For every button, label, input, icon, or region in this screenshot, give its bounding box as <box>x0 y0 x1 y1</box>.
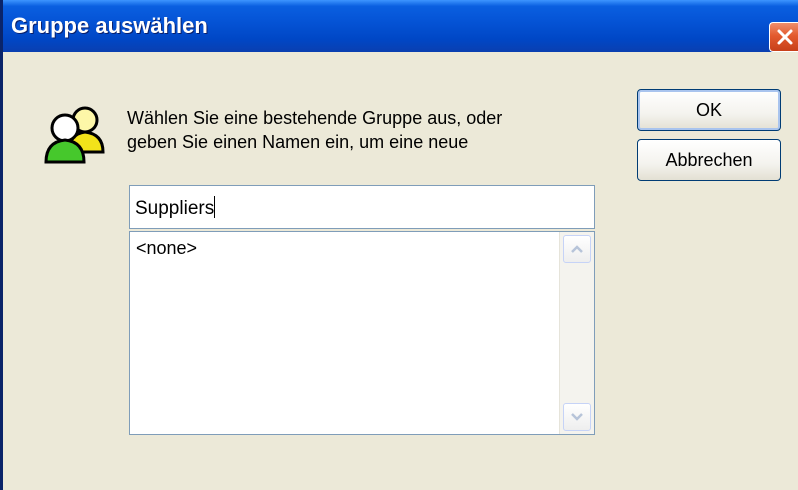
dialog-window: Gruppe auswählen Wählen Sie eine bestehe… <box>0 0 798 490</box>
window-title: Gruppe auswählen <box>11 13 208 38</box>
title-bar[interactable]: Gruppe auswählen <box>3 0 798 52</box>
scroll-up-button[interactable] <box>563 235 591 263</box>
group-listbox[interactable]: <none> <box>129 231 595 435</box>
instruction-text: Wählen Sie eine bestehende Gruppe aus, o… <box>127 106 607 154</box>
list-item[interactable]: <none> <box>136 238 197 259</box>
chevron-down-icon <box>571 413 583 421</box>
close-button[interactable] <box>769 22 798 52</box>
chevron-up-icon <box>571 245 583 253</box>
close-icon <box>777 29 793 45</box>
text-caret <box>214 196 216 218</box>
instruction-line-2: geben Sie einen Namen ein, um eine neue <box>127 132 469 152</box>
cancel-button[interactable]: Abbrechen <box>637 139 781 181</box>
instruction-line-1: Wählen Sie eine bestehende Gruppe aus, o… <box>127 108 503 128</box>
group-name-value: Suppliers <box>135 198 215 219</box>
group-name-input[interactable]: Suppliers <box>129 185 595 229</box>
vertical-scrollbar[interactable] <box>559 232 594 434</box>
user-group-icon <box>44 106 105 164</box>
ok-button[interactable]: OK <box>637 89 781 131</box>
scroll-down-button[interactable] <box>563 403 591 431</box>
